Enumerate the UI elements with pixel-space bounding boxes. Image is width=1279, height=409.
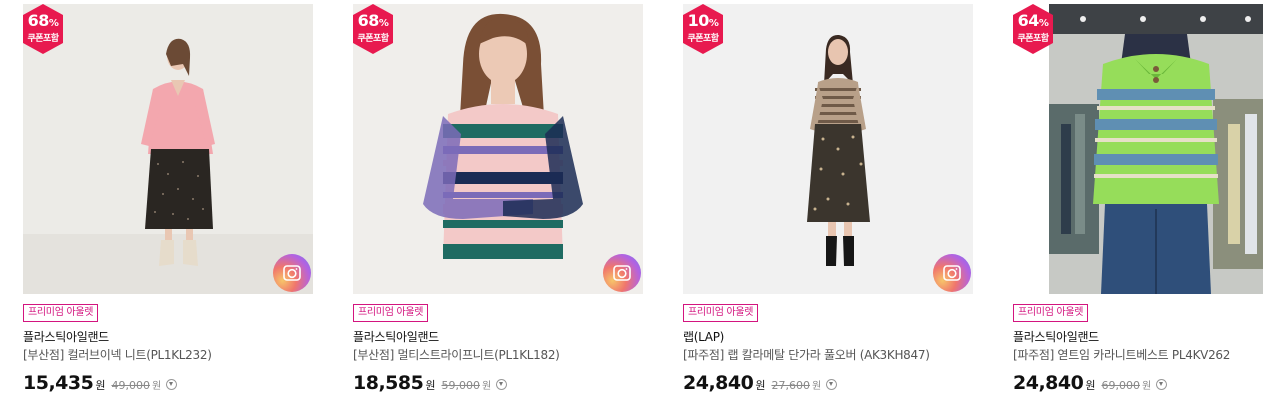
currency-unit: 원 bbox=[1141, 381, 1152, 392]
product-card[interactable]: 68% 쿠폰포함 프리미엄 아울렛 플라스틱아일랜드 [부산점] 멀티스트라이프… bbox=[353, 4, 643, 394]
sale-price: 15,435 bbox=[23, 372, 94, 394]
brand-name[interactable]: 플라스틱아일랜드 bbox=[1013, 329, 1279, 345]
camera-button[interactable] bbox=[273, 254, 311, 292]
product-image[interactable]: 10% 쿠폰포함 bbox=[683, 4, 973, 294]
discount-rate: 10% bbox=[687, 11, 719, 30]
product-name[interactable]: [파주점] 랩 칼라메탈 단가라 풀오버 (AK3KH847) bbox=[683, 347, 973, 363]
original-price: 69,000 bbox=[1101, 379, 1140, 392]
camera-icon bbox=[613, 265, 631, 281]
currency-unit: 원 bbox=[755, 379, 766, 392]
original-price: 59,000 bbox=[441, 379, 480, 392]
discount-rate: 68% bbox=[27, 11, 59, 30]
currency-unit: 원 bbox=[811, 381, 822, 392]
discount-badge: 10% 쿠폰포함 bbox=[683, 4, 723, 54]
premium-outlet-tag: 프리미엄 아울렛 bbox=[1013, 304, 1089, 322]
discount-rate: 64% bbox=[1017, 11, 1049, 30]
brand-name[interactable]: 랩(LAP) bbox=[683, 329, 973, 345]
coupon-label: 쿠폰포함 bbox=[357, 34, 389, 44]
price-row: 18,585 원 59,000 원 bbox=[353, 372, 643, 394]
chevron-down-circle-icon[interactable] bbox=[826, 379, 838, 390]
premium-outlet-tag: 프리미엄 아울렛 bbox=[353, 304, 429, 322]
product-photo bbox=[353, 4, 643, 294]
premium-outlet-tag: 프리미엄 아울렛 bbox=[23, 304, 99, 322]
sale-price: 18,585 bbox=[353, 372, 424, 394]
discount-badge: 68% 쿠폰포함 bbox=[353, 4, 393, 54]
currency-unit: 원 bbox=[95, 379, 106, 392]
product-card[interactable]: 64% 쿠폰포함 프리미엄 아울렛 플라스틱아일랜드 [파주점] 엳트임 카라니… bbox=[1013, 4, 1279, 394]
chevron-down-circle-icon[interactable] bbox=[166, 379, 178, 390]
chevron-down-circle-icon[interactable] bbox=[496, 379, 508, 390]
sale-price: 24,840 bbox=[683, 372, 754, 394]
currency-unit: 원 bbox=[481, 381, 492, 392]
brand-name[interactable]: 플라스틱아일랜드 bbox=[353, 329, 643, 345]
premium-outlet-tag: 프리미엄 아울렛 bbox=[683, 304, 759, 322]
price-row: 24,840 원 27,600 원 bbox=[683, 372, 973, 394]
product-name[interactable]: [파주점] 엳트임 카라니트베스트 PL4KV262 bbox=[1013, 347, 1279, 363]
coupon-label: 쿠폰포함 bbox=[27, 34, 59, 44]
original-price: 49,000 bbox=[111, 379, 150, 392]
coupon-label: 쿠폰포함 bbox=[1017, 34, 1049, 44]
product-card[interactable]: 10% 쿠폰포함 프리미엄 아울렛 랩(LAP) [파주점] 랩 칼라메탈 단가… bbox=[683, 4, 973, 394]
camera-button[interactable] bbox=[933, 254, 971, 292]
product-name[interactable]: [부산점] 멀티스트라이프니트(PL1KL182) bbox=[353, 347, 643, 363]
discount-badge: 64% 쿠폰포함 bbox=[1013, 4, 1053, 54]
product-photo bbox=[23, 4, 313, 294]
original-price: 27,600 bbox=[771, 379, 810, 392]
camera-icon bbox=[283, 265, 301, 281]
camera-button[interactable] bbox=[603, 254, 641, 292]
brand-name[interactable]: 플라스틱아일랜드 bbox=[23, 329, 313, 345]
product-image[interactable]: 68% 쿠폰포함 bbox=[353, 4, 643, 294]
product-card[interactable]: 68% 쿠폰포함 프리미엄 아울렛 플라스틱아일랜드 [부산점] 컬러브이넥 니… bbox=[23, 4, 313, 394]
sale-price: 24,840 bbox=[1013, 372, 1084, 394]
product-photo bbox=[683, 4, 973, 294]
product-grid: 68% 쿠폰포함 프리미엄 아울렛 플라스틱아일랜드 [부산점] 컬러브이넥 니… bbox=[0, 0, 1279, 409]
coupon-label: 쿠폰포함 bbox=[687, 34, 719, 44]
product-image[interactable]: 68% 쿠폰포함 bbox=[23, 4, 313, 294]
chevron-down-circle-icon[interactable] bbox=[1156, 379, 1168, 390]
camera-icon bbox=[943, 265, 961, 281]
product-image[interactable]: 64% 쿠폰포함 bbox=[1013, 4, 1279, 294]
product-name[interactable]: [부산점] 컬러브이넥 니트(PL1KL232) bbox=[23, 347, 313, 363]
currency-unit: 원 bbox=[425, 379, 436, 392]
discount-rate: 68% bbox=[357, 11, 389, 30]
currency-unit: 원 bbox=[151, 381, 162, 392]
currency-unit: 원 bbox=[1085, 379, 1096, 392]
discount-badge: 68% 쿠폰포함 bbox=[23, 4, 63, 54]
price-row: 24,840 원 69,000 원 bbox=[1013, 372, 1279, 394]
price-row: 15,435 원 49,000 원 bbox=[23, 372, 313, 394]
